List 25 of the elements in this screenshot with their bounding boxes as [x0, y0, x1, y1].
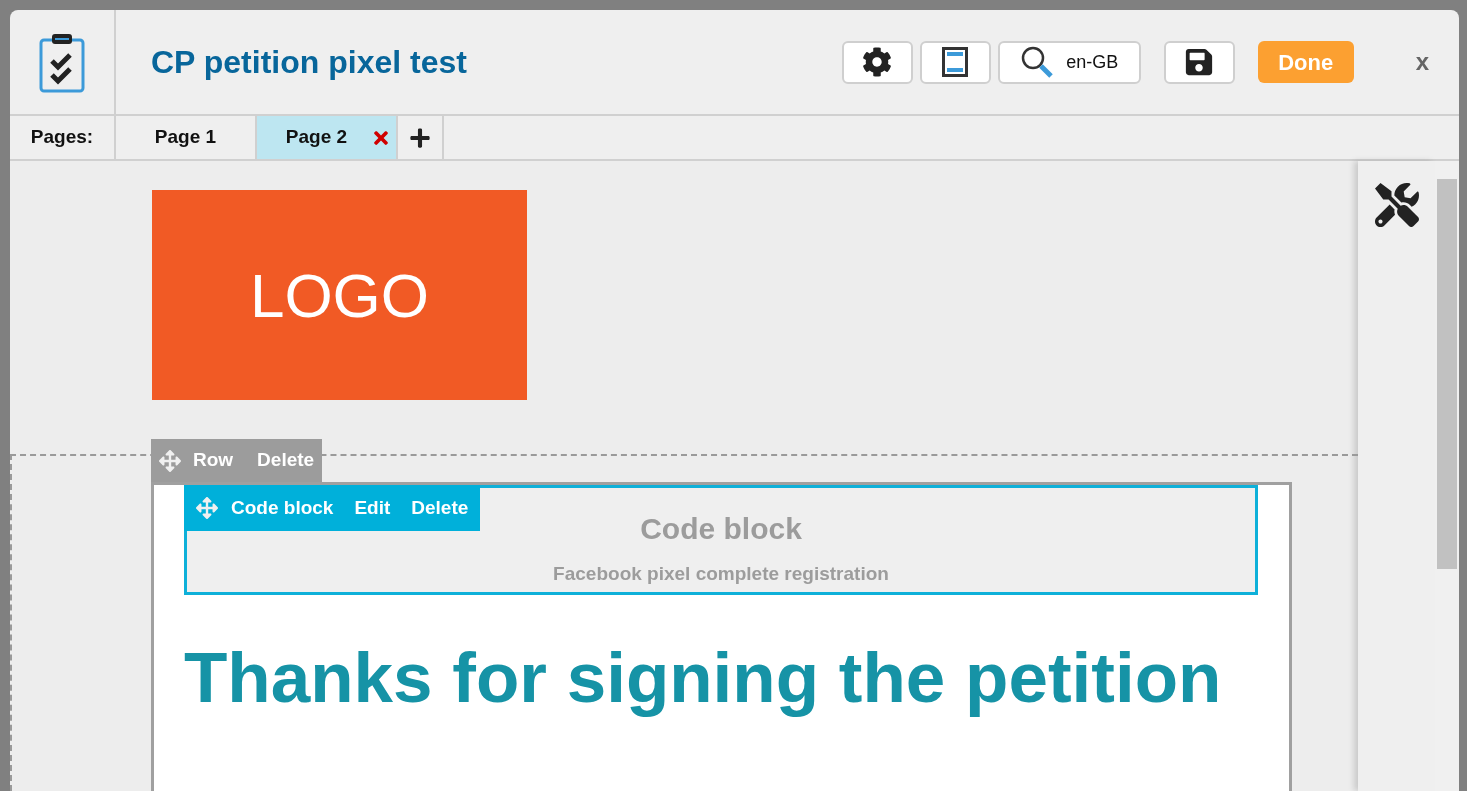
- layout-icon: [942, 47, 969, 77]
- row-delete-button[interactable]: Delete: [257, 446, 315, 475]
- edit-button[interactable]: Edit: [354, 493, 391, 523]
- layout-button[interactable]: [919, 40, 991, 84]
- scrollbar-thumb[interactable]: [1437, 179, 1457, 569]
- language-button[interactable]: en-GB: [997, 40, 1141, 84]
- code-block-delete-button[interactable]: Delete: [411, 493, 469, 523]
- save-button[interactable]: [1163, 40, 1235, 84]
- settings-button[interactable]: [841, 40, 913, 84]
- code-block-description: Facebook pixel complete registration: [553, 562, 889, 586]
- pages-label: Pages:: [10, 116, 116, 159]
- window-title: CP petition pixel test: [151, 43, 467, 82]
- plus-icon: [409, 126, 431, 149]
- code-block-title: Code block: [640, 511, 802, 547]
- row-label: Row: [193, 448, 234, 473]
- logo-banner: LOGO: [152, 190, 527, 400]
- page-tab[interactable]: Page 2: [257, 116, 398, 159]
- tools-icon[interactable]: [1374, 183, 1419, 227]
- search-icon: [1020, 45, 1055, 79]
- settings-icon: [862, 47, 893, 77]
- clipboard-check-icon: [39, 31, 85, 93]
- code-block-label: Code block: [231, 495, 334, 520]
- thank-you-heading: Thanks for signing the petition: [184, 637, 1223, 719]
- close-button[interactable]: x: [1415, 44, 1429, 80]
- save-icon: [1184, 47, 1215, 77]
